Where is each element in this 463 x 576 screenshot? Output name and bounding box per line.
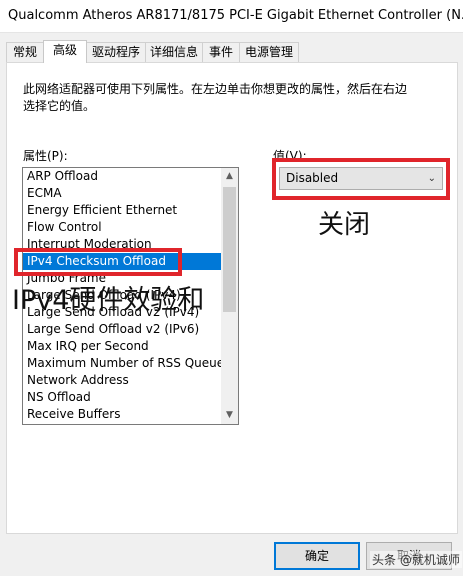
value-highlight-box <box>272 158 450 200</box>
properties-label: 属性(P): <box>23 149 68 163</box>
property-annotation: IPv4硬件效验和 <box>12 285 205 316</box>
tab-details[interactable]: 详细信息 <box>145 42 203 62</box>
scroll-thumb[interactable] <box>223 187 236 312</box>
list-item[interactable]: Receive Buffers <box>23 406 221 423</box>
watermark: 头条 @就机诚师 <box>370 551 462 568</box>
list-item[interactable]: ARP Offload <box>23 168 221 185</box>
ok-button[interactable]: 确定 <box>274 542 360 570</box>
list-scrollbar[interactable]: ▲ ▼ <box>221 168 238 424</box>
tab-events[interactable]: 事件 <box>202 42 240 62</box>
scroll-up-icon[interactable]: ▲ <box>221 168 238 185</box>
list-item[interactable]: Flow Control <box>23 219 221 236</box>
list-item[interactable]: Network Address <box>23 372 221 389</box>
scroll-down-icon[interactable]: ▼ <box>221 407 238 424</box>
description-text: 此网络适配器可使用下列属性。在左边单击你想更改的属性，然后在右边选择它的值。 <box>23 82 408 113</box>
list-item[interactable]: Large Send Offload v2 (IPv6) <box>23 321 221 338</box>
list-item[interactable]: NS Offload <box>23 389 221 406</box>
value-annotation: 关闭 <box>318 210 371 240</box>
list-item[interactable]: Energy Efficient Ethernet <box>23 202 221 219</box>
tab-general[interactable]: 常规 <box>6 42 44 62</box>
title-bar: Qualcomm Atheros AR8171/8175 PCI-E Gigab… <box>0 0 463 33</box>
list-item[interactable]: Max IRQ per Second <box>23 338 221 355</box>
tab-driver[interactable]: 驱动程序 <box>86 42 146 62</box>
list-item[interactable]: ECMA <box>23 185 221 202</box>
tab-advanced[interactable]: 高级 <box>43 40 87 63</box>
list-item[interactable]: Maximum Number of RSS Queues <box>23 355 221 372</box>
property-highlight-box <box>14 248 182 276</box>
tab-power-management[interactable]: 电源管理 <box>239 42 299 62</box>
window-title: Qualcomm Atheros AR8171/8175 PCI-E Gigab… <box>8 8 463 23</box>
